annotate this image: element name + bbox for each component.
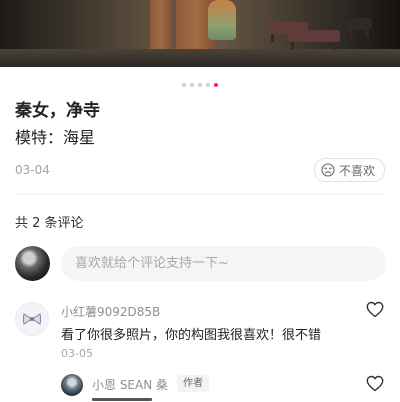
dislike-label: 不喜欢 (338, 163, 375, 178)
divider (15, 194, 385, 195)
carousel-dot[interactable] (198, 82, 202, 87)
comment-text: 看了你很多照片，你的构图我很喜欢！很不错 (61, 328, 322, 343)
carousel-dot[interactable] (182, 82, 186, 87)
photo-bench (288, 30, 340, 50)
post-photo[interactable] (0, 0, 400, 67)
comment-count: 共 2 条评论 (15, 216, 84, 231)
reply-author-name[interactable]: 小恩 SEAN 桑 (92, 376, 168, 393)
post-date: 03-04 (15, 163, 50, 177)
photo-floor (0, 49, 400, 67)
carousel-dot[interactable] (214, 82, 218, 87)
comment-date: 03-05 (61, 347, 93, 360)
carousel-dot[interactable] (190, 82, 194, 87)
commenter-avatar[interactable] (15, 302, 49, 336)
current-user-avatar[interactable] (15, 246, 50, 281)
author-badge: 作者 (177, 375, 209, 392)
commenter-name[interactable]: 小红薯9092D85B (61, 303, 160, 320)
dislike-button[interactable]: 不喜欢 (313, 158, 385, 182)
bow-icon (23, 313, 41, 325)
post-subtitle: 模特：海星 (15, 128, 96, 147)
reply-author-avatar[interactable] (61, 374, 83, 396)
photo-pillar (346, 18, 372, 38)
dislike-face-icon (321, 163, 335, 177)
post-title: 秦女，净寺 (15, 101, 100, 121)
photo-figure (208, 0, 236, 40)
carousel-indicator (0, 74, 400, 93)
photo-curtain (150, 0, 172, 54)
carousel-dot[interactable] (206, 82, 210, 87)
reply-text-cutoff (92, 396, 152, 402)
heart-outline-icon[interactable] (366, 375, 384, 392)
heart-outline-icon[interactable] (366, 301, 384, 318)
comment-input[interactable] (61, 246, 386, 281)
